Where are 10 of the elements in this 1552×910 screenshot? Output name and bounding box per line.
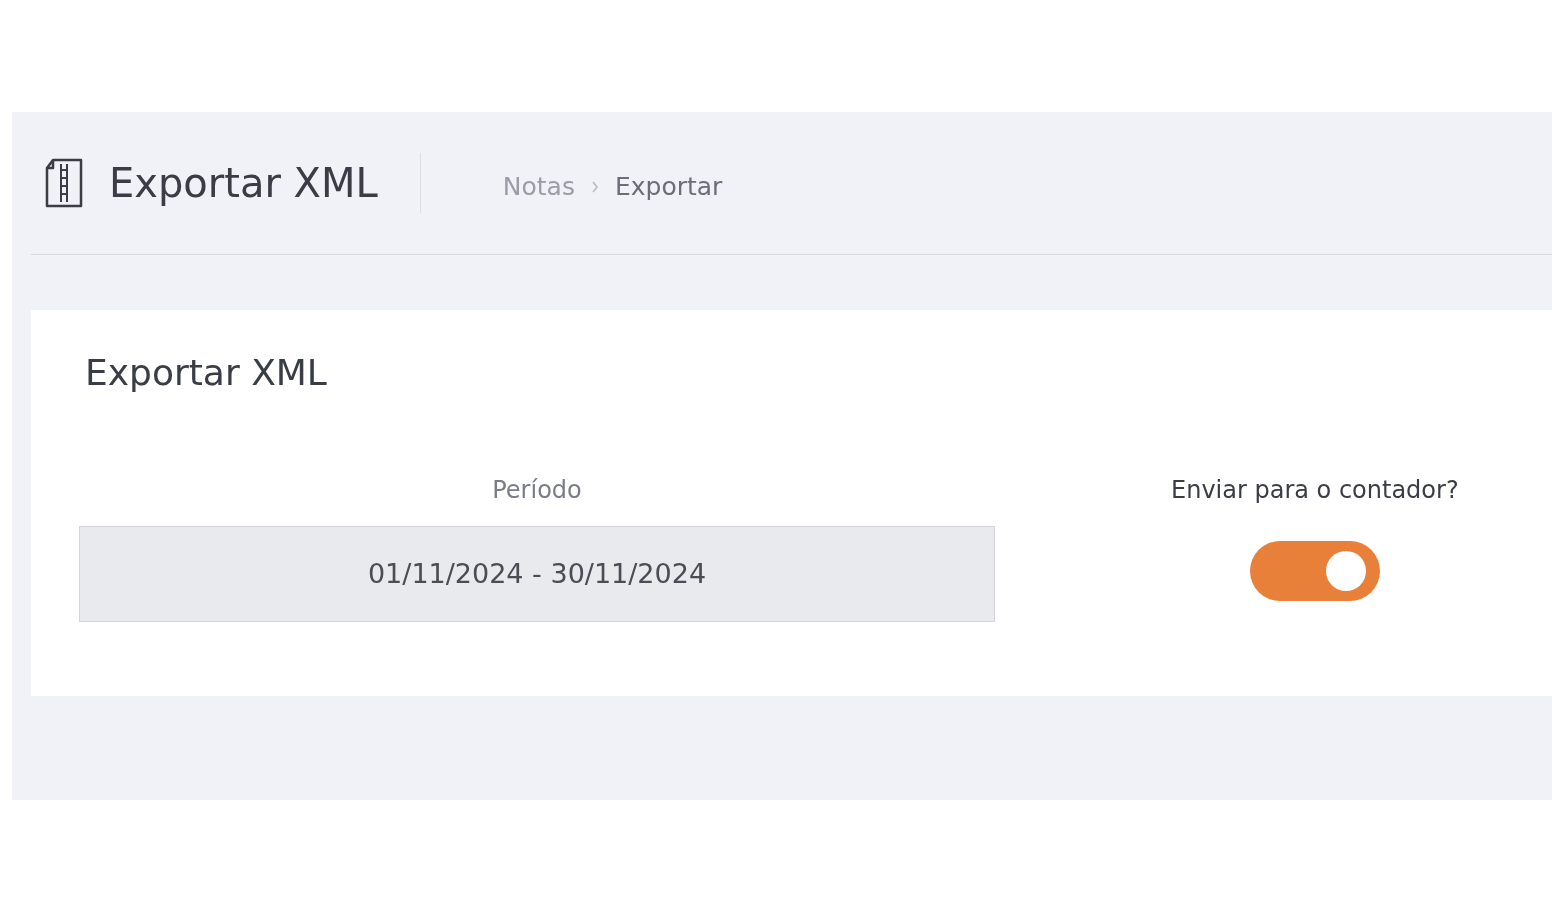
period-field[interactable]: 01/11/2024 - 30/11/2024 (79, 526, 995, 622)
period-label: Período (492, 475, 582, 506)
breadcrumb-link[interactable]: Exportar (614, 168, 723, 206)
page-title: Exportar XML (109, 153, 421, 213)
card-title: Exportar XML (85, 351, 327, 395)
chevron-icon (590, 181, 599, 193)
toggle-switch[interactable] (1249, 541, 1380, 601)
breadcrumb-link[interactable]: Notas (502, 168, 575, 206)
send-to-accountant-label: Enviar para o contador? (1171, 475, 1459, 506)
zip-file-icon (45, 158, 83, 208)
